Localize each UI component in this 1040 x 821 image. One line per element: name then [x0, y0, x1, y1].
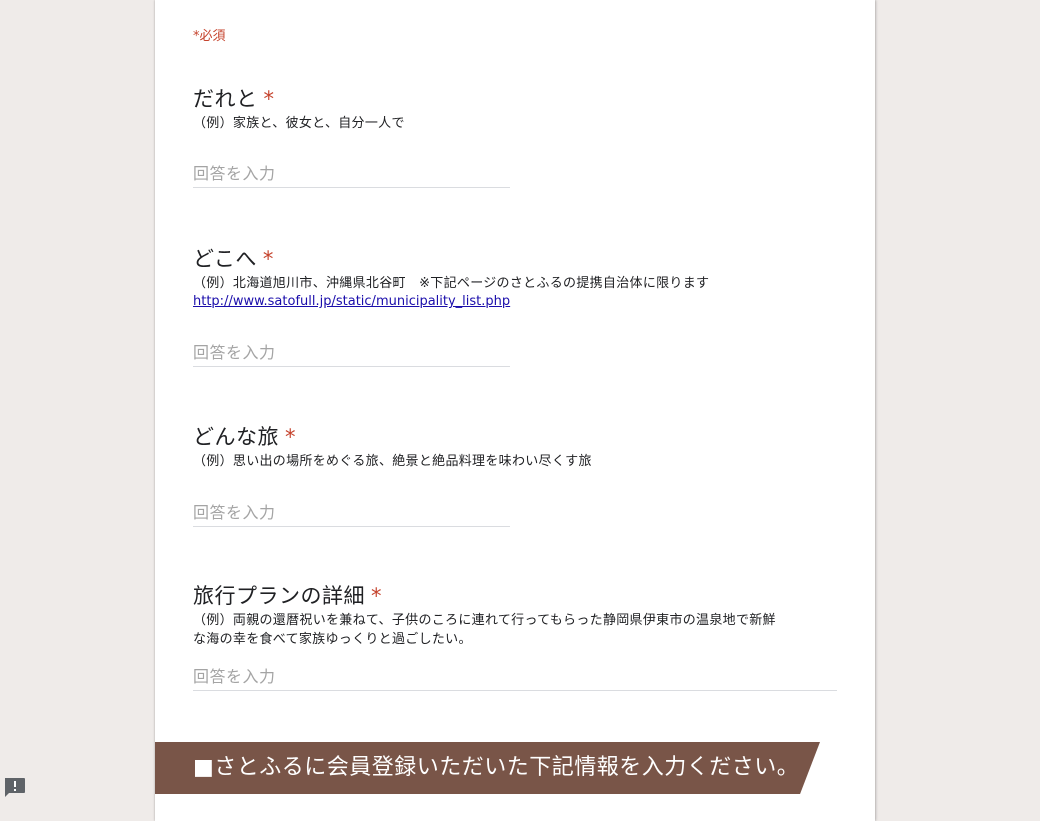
- question-description: （例）家族と、彼女と、自分一人で: [193, 116, 405, 131]
- question-where: どこへ * （例）北海道旭川市、沖縄県北谷町 ※下記ページのさとふるの提携自治体に…: [193, 246, 837, 367]
- answer-input-trip[interactable]: [193, 503, 510, 527]
- answer-input-who[interactable]: [193, 164, 510, 188]
- question-plan-detail: 旅行プランの詳細 * （例）両親の還暦祝いを兼ねて、子供のころに連れて行ってもらっ…: [193, 583, 837, 691]
- question-title-text: だれと: [193, 87, 258, 111]
- question-title: どこへ *: [193, 246, 837, 272]
- form-card: *必須 だれと* （例）家族と、彼女と、自分一人で どこへ* （例）北海道旭川市…: [155, 0, 875, 821]
- required-star: *: [371, 584, 382, 608]
- question-what-trip: どんな旅 * （例）思い出の場所をめぐる旅、絶景と絶品料理を味わい尽くす旅: [193, 424, 837, 527]
- question-title: 旅行プランの詳細 *: [193, 583, 837, 609]
- feedback-icon[interactable]: [3, 777, 26, 799]
- question-who: だれと * （例）家族と、彼女と、自分一人で: [193, 86, 837, 188]
- question-title-text: 旅行プランの詳細: [193, 584, 365, 608]
- question-title: どんな旅 *: [193, 424, 837, 450]
- section-banner: ■さとふるに会員登録いただいた下記情報を入力ください。: [155, 742, 820, 794]
- required-star: *: [263, 87, 275, 111]
- required-star: *: [285, 425, 296, 449]
- municipality-list-link[interactable]: http://www.satofull.jp/static/municipali…: [193, 293, 837, 311]
- required-note: *必須: [193, 29, 226, 44]
- question-description-line1: （例）両親の還暦祝いを兼ねて、子供のころに連れて行ってもらった静岡県伊東市の温泉…: [193, 613, 776, 628]
- answer-input-plan-detail[interactable]: [193, 667, 837, 691]
- question-title: だれと *: [193, 86, 837, 112]
- feedback-icon-svg: [5, 778, 25, 797]
- question-description-line2: な海の幸を食べて家族ゆっくりと過ごしたい。: [193, 632, 472, 647]
- question-title-text: どこへ: [193, 247, 257, 271]
- question-description: （例）思い出の場所をめぐる旅、絶景と絶品料理を味わい尽くす旅: [193, 454, 592, 469]
- question-description: （例）北海道旭川市、沖縄県北谷町 ※下記ページのさとふるの提携自治体に限ります: [193, 276, 710, 291]
- answer-input-where[interactable]: [193, 343, 510, 367]
- question-title-text: どんな旅: [193, 425, 279, 449]
- required-star: *: [262, 247, 274, 271]
